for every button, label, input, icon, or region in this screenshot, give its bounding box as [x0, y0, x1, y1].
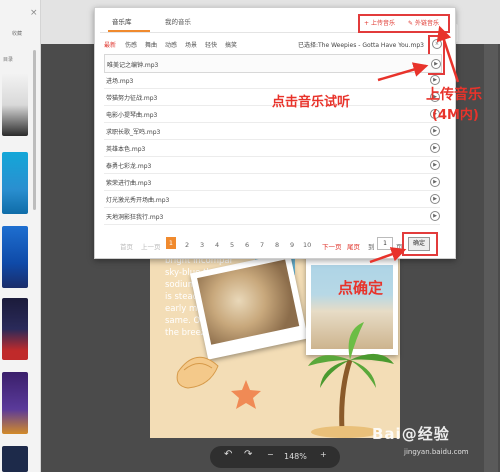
arrow-to-play [377, 62, 429, 82]
arrow-to-upload [436, 25, 460, 83]
annotation-upload-music: 上传音乐 [426, 87, 482, 103]
annotation-click-ok: 点确定 [338, 279, 384, 297]
annotation-upload-limit: (4M内) [432, 108, 479, 123]
annotation-arrows [369, 25, 460, 264]
arrow-to-ok [369, 247, 407, 264]
annotation-click-preview: 点击音乐试听 [272, 95, 351, 110]
